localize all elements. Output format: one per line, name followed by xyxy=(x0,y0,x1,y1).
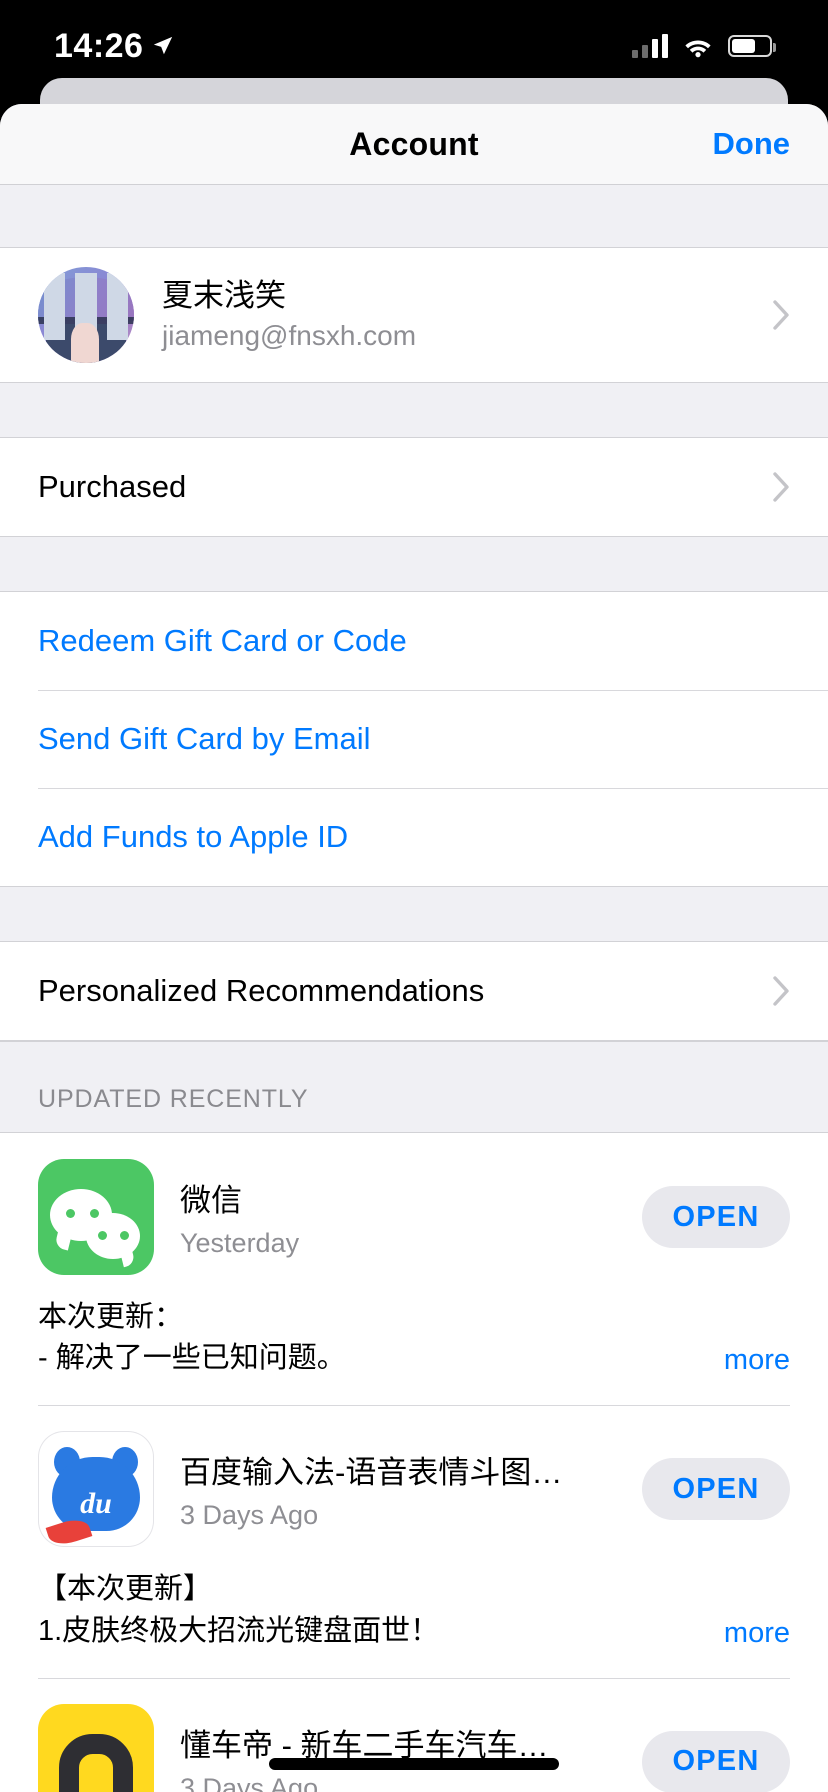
account-email: jiameng@fnsxh.com xyxy=(162,320,417,352)
avatar xyxy=(38,267,134,363)
release-notes: 本次更新： - 解决了一些已知问题。 more xyxy=(38,1275,790,1405)
list-gap xyxy=(0,185,828,247)
send-gift-card-row[interactable]: Send Gift Card by Email xyxy=(0,690,828,788)
status-bar-right xyxy=(632,34,776,58)
gift-card-group: Redeem Gift Card or Code Send Gift Card … xyxy=(0,591,828,887)
app-date: Yesterday xyxy=(180,1228,300,1258)
personalized-recommendations-row[interactable]: Personalized Recommendations xyxy=(0,942,828,1040)
purchased-group: Purchased xyxy=(0,437,828,537)
wifi-icon xyxy=(685,40,711,58)
add-funds-row[interactable]: Add Funds to Apple ID xyxy=(0,788,828,886)
cellular-signal-icon xyxy=(632,34,668,58)
updated-apps-list: 微信 Yesterday OPEN 本次更新： - 解决了一些已知问题。 mor… xyxy=(0,1133,828,1792)
list-gap xyxy=(0,383,828,437)
open-button[interactable]: OPEN xyxy=(642,1730,790,1792)
account-name: 夏末浅笑 xyxy=(162,277,286,313)
battery-icon xyxy=(728,35,776,57)
more-link[interactable]: more xyxy=(724,1344,790,1379)
release-notes-line-1: 【本次更新】 xyxy=(38,1573,213,1606)
app-meta: 微信 Yesterday xyxy=(180,1175,628,1259)
release-notes-line-1: 本次更新： xyxy=(38,1301,184,1333)
purchased-label: Purchased xyxy=(38,469,187,504)
chevron-right-icon xyxy=(773,300,790,330)
baidu-input-icon: du xyxy=(38,1431,154,1548)
open-button[interactable]: OPEN xyxy=(642,1458,790,1521)
iphone-screen: 14:26 Account Done 夏末浅笑 jiameng@fnsxh.co… xyxy=(0,0,828,1792)
status-bar-left: 14:26 xyxy=(54,29,174,63)
app-name: 微信 xyxy=(180,1183,242,1218)
release-notes-text: 本次更新： - 解决了一些已知问题。 xyxy=(38,1297,708,1379)
wechat-icon xyxy=(38,1159,154,1275)
app-date: 3 Days Ago xyxy=(180,1772,319,1792)
release-notes-line-2: 1.皮肤终极大招流光键盘面世！ xyxy=(38,1614,440,1647)
account-row[interactable]: 夏末浅笑 jiameng@fnsxh.com xyxy=(0,248,828,382)
chevron-right-icon xyxy=(773,472,790,502)
account-list[interactable]: 夏末浅笑 jiameng@fnsxh.com Purchased Redeem … xyxy=(0,185,828,1792)
add-funds-label: Add Funds to Apple ID xyxy=(38,819,349,854)
status-time: 14:26 xyxy=(54,27,144,65)
app-meta: 懂车帝 - 新车二手车汽车… 3 Days Ago xyxy=(180,1720,628,1792)
personalized-recommendations-label: Personalized Recommendations xyxy=(38,973,485,1008)
release-notes-line-2: - 解决了一些已知问题。 xyxy=(38,1342,346,1375)
account-sheet: Account Done 夏末浅笑 jiameng@fnsxh.com Purc… xyxy=(0,104,828,1792)
home-indicator[interactable] xyxy=(269,1758,559,1770)
send-gift-card-label: Send Gift Card by Email xyxy=(38,721,371,756)
list-gap xyxy=(0,537,828,591)
release-notes-text: 【本次更新】 1.皮肤终极大招流光键盘面世！ xyxy=(38,1569,708,1651)
app-header: 懂车帝 - 新车二手车汽车… 3 Days Ago OPEN xyxy=(38,1678,790,1792)
purchased-row[interactable]: Purchased xyxy=(0,438,828,536)
app-name: 百度输入法-语音表情斗图… xyxy=(180,1455,563,1491)
app-row[interactable]: 微信 Yesterday OPEN 本次更新： - 解决了一些已知问题。 mor… xyxy=(0,1133,828,1406)
open-button[interactable]: OPEN xyxy=(642,1186,790,1248)
dongchedi-icon xyxy=(38,1703,154,1792)
app-date: 3 Days Ago xyxy=(180,1500,319,1531)
release-notes: 【本次更新】 1.皮肤终极大招流光键盘面世！ more xyxy=(38,1547,790,1677)
navigation-bar: Account Done xyxy=(0,104,828,185)
updated-recently-header: UPDATED RECENTLY xyxy=(0,1041,828,1133)
account-group: 夏末浅笑 jiameng@fnsxh.com xyxy=(0,247,828,383)
app-row[interactable]: du 百度输入法-语音表情斗图… 3 Days Ago OPEN 【本次更新】 … xyxy=(0,1405,828,1678)
chevron-right-icon xyxy=(773,976,790,1006)
recommendations-group: Personalized Recommendations xyxy=(0,941,828,1041)
done-button[interactable]: Done xyxy=(713,126,791,162)
account-text: 夏末浅笑 jiameng@fnsxh.com xyxy=(162,278,416,353)
more-link[interactable]: more xyxy=(724,1617,790,1652)
redeem-gift-card-row[interactable]: Redeem Gift Card or Code xyxy=(0,592,828,690)
updated-recently-label: UPDATED RECENTLY xyxy=(38,1085,309,1113)
redeem-gift-card-label: Redeem Gift Card or Code xyxy=(38,623,407,658)
page-title: Account xyxy=(349,125,479,162)
app-header: du 百度输入法-语音表情斗图… 3 Days Ago OPEN xyxy=(38,1405,790,1548)
list-gap xyxy=(0,887,828,941)
app-meta: 百度输入法-语音表情斗图… 3 Days Ago xyxy=(180,1447,628,1531)
status-bar: 14:26 xyxy=(0,0,828,92)
app-row[interactable]: 懂车帝 - 新车二手车汽车… 3 Days Ago OPEN xyxy=(0,1677,828,1792)
location-arrow-icon xyxy=(154,36,173,55)
app-header: 微信 Yesterday OPEN xyxy=(38,1133,790,1275)
